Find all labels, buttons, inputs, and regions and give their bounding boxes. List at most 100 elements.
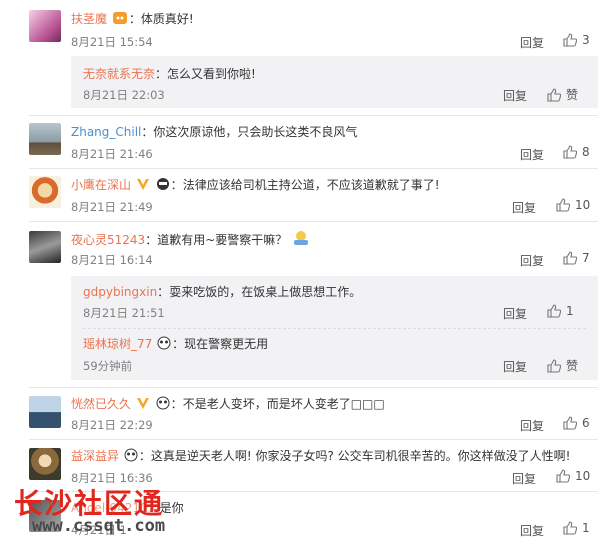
thumbs-up-icon: [556, 469, 570, 483]
username[interactable]: 小鹰在深山: [71, 178, 131, 192]
like-button[interactable]: 赞: [547, 86, 578, 103]
reply-button[interactable]: 回复: [512, 199, 536, 216]
like-button[interactable]: 7: [563, 251, 590, 265]
avatar[interactable]: [29, 231, 61, 263]
reply-list: gdpybingxin：耍来吃饭的，在饭桌上做思想工作。 8月21日 21:51…: [71, 276, 598, 380]
thumbs-up-icon: [547, 358, 561, 373]
divider: [29, 491, 598, 492]
reply-button[interactable]: 回复: [503, 305, 527, 322]
verified-v-icon: [136, 178, 150, 196]
separator: ：: [141, 125, 154, 139]
like-button[interactable]: 10: [556, 469, 590, 483]
avatar[interactable]: [29, 123, 61, 155]
thumbs-up-icon: [563, 251, 577, 265]
avatar[interactable]: [29, 500, 61, 532]
username[interactable]: 夜心灵51243: [71, 233, 145, 247]
like-count: 6: [582, 416, 590, 430]
separator: ：: [145, 233, 158, 247]
panda-badge-icon: [157, 336, 171, 355]
reply-button[interactable]: 回复: [520, 34, 544, 51]
panda-badge-icon: [156, 396, 170, 415]
timestamp: 8月21日 15:54: [71, 35, 153, 49]
comment-text: 你这次原谅他，只会助长这类不良风气: [153, 125, 358, 139]
thumbs-up-icon: [563, 521, 577, 535]
reply-list: 无奈就系无奈：怎么又看到你啦! 8月21日 22:03 回复 赞: [71, 56, 598, 108]
like-count: 1: [582, 521, 590, 535]
timestamp: 8月21日 22:03: [83, 88, 165, 102]
thumbs-up-icon: [547, 87, 561, 102]
reply-button[interactable]: 回复: [520, 417, 544, 434]
username[interactable]: 无奈就系无奈: [83, 67, 155, 81]
avatar[interactable]: [29, 176, 61, 208]
thumbs-up-icon: [563, 33, 577, 47]
divider: [29, 439, 598, 440]
emoji-shrug-icon: [292, 230, 310, 251]
username[interactable]: gdpybingxin: [83, 285, 157, 299]
timestamp: 8月21日 21:51: [83, 306, 165, 320]
timestamp: 8月21日 16:14: [71, 253, 153, 267]
username[interactable]: Angel-94210: [71, 501, 148, 515]
divider: [29, 221, 598, 222]
reply-button[interactable]: 回复: [503, 87, 527, 104]
avatar[interactable]: [29, 448, 61, 480]
like-button[interactable]: 8: [563, 145, 590, 159]
timestamp: 4月21日 1: [71, 523, 127, 537]
like-button[interactable]: 10: [556, 198, 590, 212]
emoji-badge-icon: [112, 11, 128, 30]
panda-badge-icon: [124, 448, 138, 467]
like-button[interactable]: 6: [563, 416, 590, 430]
reply-text: 现在警察更无用: [184, 337, 269, 351]
comment-text: 是你: [159, 501, 184, 515]
timestamp: 59分钟前: [83, 359, 133, 373]
reply-button[interactable]: 回复: [520, 522, 544, 539]
comment-text: 道歉有用~要警察干嘛？: [157, 233, 288, 247]
separator: ：: [170, 178, 183, 192]
timestamp: 8月21日 22:29: [71, 418, 153, 432]
avatar[interactable]: [29, 396, 61, 428]
like-button[interactable]: 赞: [547, 357, 578, 374]
username[interactable]: 扶茎魔: [71, 12, 107, 26]
reply-divider: [83, 328, 586, 329]
like-count: 10: [575, 469, 591, 483]
separator: ：: [157, 285, 170, 299]
reply-button[interactable]: 回复: [520, 146, 544, 163]
like-label: 赞: [566, 88, 579, 102]
like-count: 10: [575, 198, 591, 212]
separator: ：: [138, 449, 151, 463]
timestamp: 8月21日 21:49: [71, 200, 153, 214]
like-count: 8: [582, 145, 590, 159]
reply-button[interactable]: 回复: [503, 358, 527, 375]
timestamp: 8月21日 21:46: [71, 147, 153, 161]
like-button[interactable]: 3: [563, 33, 590, 47]
thumbs-up-icon: [556, 198, 570, 212]
emoji-badge-icon: [156, 177, 170, 196]
avatar[interactable]: [29, 10, 61, 42]
divider: [29, 115, 598, 116]
reply-button[interactable]: 回复: [512, 470, 536, 487]
separator: ：: [147, 501, 160, 515]
timestamp: 8月21日 16:36: [71, 471, 153, 485]
thumbs-up-icon: [547, 304, 561, 318]
reply-text: 耍来吃饭的，在饭桌上做思想工作。: [169, 285, 362, 299]
comment-text: 法律应该给司机主持公道，不应该道歉就了事了!: [182, 178, 440, 192]
like-button[interactable]: 1: [547, 304, 574, 318]
like-button[interactable]: 1: [563, 521, 590, 535]
separator: ：: [172, 337, 185, 351]
comment-text: 体质真好!: [140, 12, 194, 26]
reply-button[interactable]: 回复: [520, 252, 544, 269]
username[interactable]: 恍然已久久: [71, 397, 131, 411]
separator: ：: [128, 12, 141, 26]
reply-text: 怎么又看到你啦!: [167, 67, 256, 81]
username[interactable]: Zhang_Chill: [71, 125, 141, 139]
verified-v-icon: [136, 397, 150, 415]
like-count: 7: [582, 251, 590, 265]
thumbs-up-icon: [563, 416, 577, 430]
username[interactable]: 瑶林琼树_77: [83, 337, 152, 351]
like-count: 1: [566, 304, 574, 318]
divider: [29, 387, 598, 388]
comment-text: 不是老人变坏，而是坏人变老了□□□: [182, 397, 385, 411]
like-label: 赞: [566, 359, 579, 373]
separator: ：: [170, 397, 183, 411]
username[interactable]: 益深益异: [71, 449, 119, 463]
divider: [29, 168, 598, 169]
